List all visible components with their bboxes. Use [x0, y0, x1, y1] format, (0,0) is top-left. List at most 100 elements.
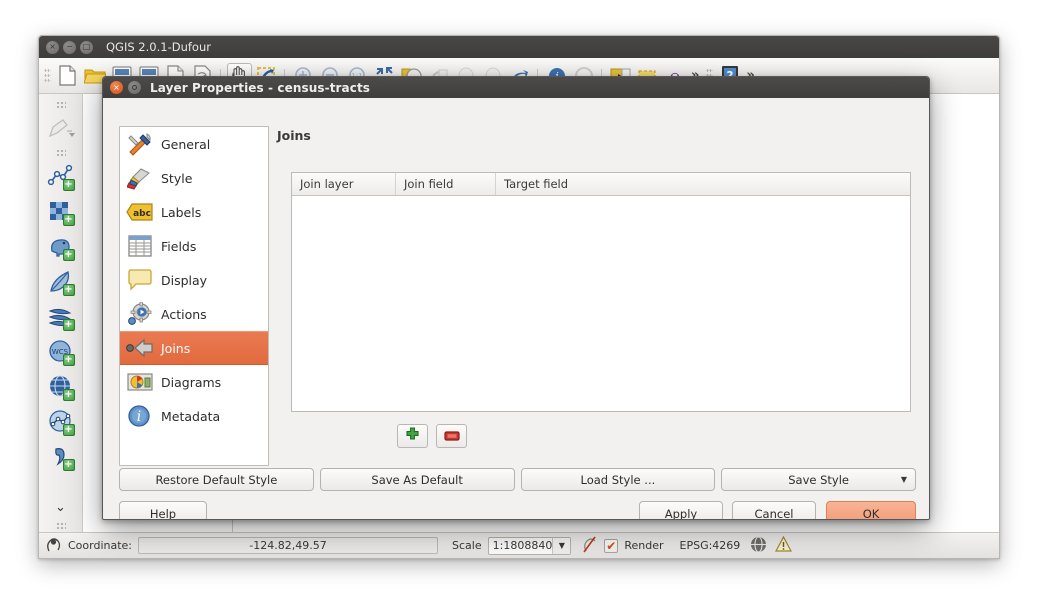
metadata-icon: i: [125, 402, 155, 430]
rail-grip[interactable]: [55, 101, 66, 108]
toolbar-grip[interactable]: [44, 67, 51, 84]
screen: × − □ QGIS 2.0.1-Dufour + + + + + WCS + …: [0, 0, 1042, 601]
display-icon: [125, 266, 155, 294]
sidebar-item-label: Fields: [161, 238, 197, 254]
close-icon: ×: [113, 82, 120, 92]
joins-action-buttons: [397, 424, 467, 448]
coordinate-label: Coordinate:: [68, 539, 133, 552]
sidebar-item-label: Style: [161, 170, 193, 186]
plus-badge-icon: +: [62, 354, 75, 366]
dialog-maximize-button[interactable]: [128, 81, 141, 94]
properties-nav-list[interactable]: General Style abc Labels Fields Display …: [119, 126, 269, 466]
qgis-titlebar: × − □ QGIS 2.0.1-Dufour: [39, 36, 999, 58]
dialog-content: General Style abc Labels Fields Display …: [103, 98, 929, 519]
sidebar-item-label: Labels: [161, 204, 202, 220]
chevron-down-icon[interactable]: ▼: [552, 537, 571, 554]
sidebar-item-label: Metadata: [161, 408, 221, 424]
crs-label: EPSG:4269: [679, 539, 741, 552]
save-style-button[interactable]: Save Style ▼: [721, 468, 916, 491]
chevron-down-icon[interactable]: ▼: [901, 475, 907, 484]
column-header-join-field[interactable]: Join field: [396, 173, 496, 195]
save-style-label: Save Style: [788, 472, 850, 487]
sidebar-item-general[interactable]: General: [120, 127, 268, 161]
ok-button[interactable]: OK: [826, 501, 916, 519]
column-header-join-layer[interactable]: Join layer: [292, 173, 396, 195]
svg-text:i: i: [137, 409, 141, 425]
rail-grip-2[interactable]: [55, 149, 66, 156]
coordinate-input[interactable]: -124.82,49.57: [138, 537, 439, 554]
apply-button[interactable]: Apply: [639, 501, 723, 519]
plus-badge-icon: +: [62, 459, 75, 471]
sidebar-item-joins[interactable]: Joins: [120, 331, 268, 365]
add-mssql-layer-icon[interactable]: +: [46, 301, 76, 332]
sidebar-item-diagrams[interactable]: Diagrams: [120, 365, 268, 399]
cancel-button[interactable]: Cancel: [732, 501, 816, 520]
add-wcs-layer-icon[interactable]: WCS +: [46, 336, 76, 367]
page-title: Joins: [277, 128, 311, 143]
window-maximize-button[interactable]: □: [80, 40, 93, 54]
crs-status-icon[interactable]: [750, 535, 767, 556]
plus-badge-icon: +: [62, 284, 75, 296]
joins-table[interactable]: Join layer Join field Target field: [291, 172, 911, 412]
add-delimited-text-layer-icon[interactable]: +: [46, 441, 76, 472]
column-header-target-field[interactable]: Target field: [496, 173, 910, 195]
sidebar-item-label: General: [161, 136, 211, 152]
general-icon: [125, 130, 155, 158]
sidebar-item-labels[interactable]: abc Labels: [120, 195, 268, 229]
new-project-icon[interactable]: [55, 63, 80, 89]
statusbar: Coordinate: -124.82,49.57 Scale 1:180884…: [39, 532, 999, 558]
sidebar-item-label: Display: [161, 272, 208, 288]
labels-icon: abc: [125, 198, 155, 226]
sidebar-item-label: Actions: [161, 306, 207, 322]
style-icon: [125, 164, 155, 192]
help-button[interactable]: Help: [119, 501, 207, 519]
window-close-button[interactable]: ×: [46, 40, 59, 54]
sidebar-item-display[interactable]: Display: [120, 263, 268, 297]
messages-warning-icon[interactable]: [775, 535, 793, 556]
load-style-button[interactable]: Load Style ...: [520, 468, 716, 491]
sidebar-item-label: Diagrams: [161, 374, 222, 390]
restore-default-style-button[interactable]: Restore Default Style: [119, 468, 314, 491]
dialog-title: Layer Properties - census-tracts: [150, 80, 371, 95]
dialog-button-row: Help Apply Cancel OK: [119, 501, 916, 520]
joins-icon: [125, 334, 155, 362]
left-toolbar-rail: + + + + + WCS + + + + ⌄: [39, 94, 83, 532]
add-vector-layer-icon[interactable]: +: [46, 161, 76, 192]
render-checkbox[interactable]: ✔: [604, 538, 619, 553]
add-wms-layer-icon[interactable]: +: [46, 371, 76, 402]
rail-grip-3[interactable]: [55, 522, 66, 529]
plus-badge-icon: +: [62, 389, 75, 401]
actions-icon: [125, 300, 155, 328]
sidebar-item-metadata[interactable]: i Metadata: [120, 399, 268, 433]
sidebar-item-style[interactable]: Style: [120, 161, 268, 195]
add-spatialite-layer-icon[interactable]: +: [46, 266, 76, 297]
joins-table-body[interactable]: [292, 196, 910, 411]
sidebar-item-fields[interactable]: Fields: [120, 229, 268, 263]
layer-properties-dialog: × Layer Properties - census-tracts Gener…: [102, 76, 930, 520]
plus-badge-icon: +: [62, 179, 75, 191]
add-join-button[interactable]: [397, 424, 428, 448]
plus-badge-icon: +: [62, 214, 75, 226]
add-wfs-layer-icon[interactable]: +: [46, 406, 76, 437]
add-postgis-layer-icon[interactable]: +: [46, 231, 76, 262]
render-label: Render: [624, 539, 664, 552]
diagrams-icon: [125, 368, 155, 396]
rotation-icon[interactable]: [581, 535, 598, 556]
window-minimize-button[interactable]: −: [63, 40, 76, 54]
toggle-editing-icon[interactable]: [46, 113, 76, 144]
locator-icon[interactable]: [45, 535, 62, 556]
remove-join-button[interactable]: [436, 424, 467, 448]
sidebar-item-label: Joins: [161, 340, 191, 356]
dialog-titlebar: × Layer Properties - census-tracts: [103, 77, 929, 98]
plus-badge-icon: +: [62, 319, 75, 331]
cancel-rest: ancel: [762, 507, 794, 520]
rail-overflow-button[interactable]: ⌄: [55, 500, 66, 515]
scale-value: 1:1808840: [492, 539, 553, 552]
joins-table-header: Join layer Join field Target field: [292, 173, 910, 196]
dialog-close-button[interactable]: ×: [110, 81, 123, 94]
add-raster-layer-icon[interactable]: +: [46, 196, 76, 227]
sidebar-item-actions[interactable]: Actions: [120, 297, 268, 331]
save-as-default-button[interactable]: Save As Default: [319, 468, 515, 491]
scale-combo[interactable]: 1:1808840 ▼: [487, 536, 572, 555]
scale-label: Scale: [452, 539, 482, 552]
